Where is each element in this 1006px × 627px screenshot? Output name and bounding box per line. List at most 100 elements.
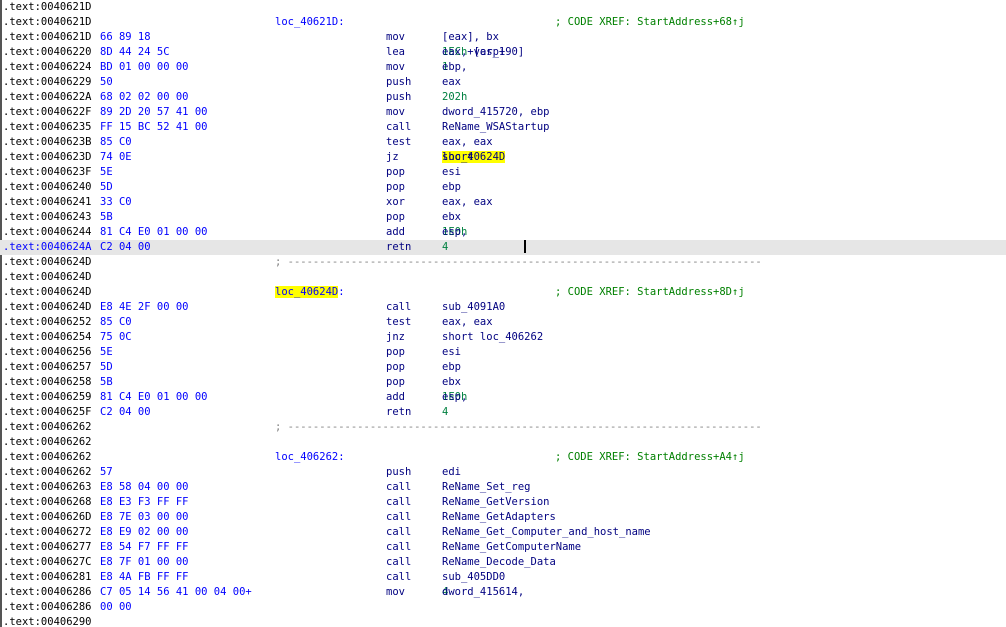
listing-line[interactable]: .text:0040624A C2 04 00 retn 4 (0, 240, 1006, 255)
instruction-mnemonic[interactable]: test (386, 315, 411, 330)
line-address[interactable]: .text:00406259 (3, 390, 92, 405)
instruction-operands[interactable]: dword_415614, 4 (442, 585, 524, 600)
instruction-mnemonic[interactable]: test (386, 135, 411, 150)
listing-line[interactable]: .text:0040626D E8 7E 03 00 00 call ReName_G… (0, 510, 1006, 525)
line-address[interactable]: .text:00406252 (3, 315, 92, 330)
listing-line[interactable]: .text:0040624D (0, 270, 1006, 285)
listing-line[interactable]: .text:00406259 81 C4 E0 01 00 00 add esp, 1… (0, 390, 1006, 405)
listing-line[interactable]: .text:00406262 57 push edi (0, 465, 1006, 480)
line-address[interactable]: .text:00406240 (3, 180, 92, 195)
code-label[interactable]: loc_406262: (275, 450, 345, 465)
line-address[interactable]: .text:0040624D (3, 255, 92, 270)
listing-line[interactable]: .text:00406257 5D pop ebp (0, 360, 1006, 375)
instruction-mnemonic[interactable]: retn (386, 405, 411, 420)
line-address[interactable]: .text:0040622A (3, 90, 92, 105)
listing-line[interactable]: .text:0040624D E8 4E 2F 00 00 call sub_4091… (0, 300, 1006, 315)
listing-line[interactable]: .text:00406286 C7 05 14 56 41 00 04 00+ mo… (0, 585, 1006, 600)
line-address[interactable]: .text:0040624D (3, 300, 92, 315)
listing-line[interactable]: .text:00406262 loc_406262: ; CODE XREF: St… (0, 450, 1006, 465)
line-address[interactable]: .text:0040625F (3, 405, 92, 420)
line-address[interactable]: .text:0040623B (3, 135, 92, 150)
listing-line[interactable]: .text:00406286 00 00 (0, 600, 1006, 615)
line-address[interactable]: .text:0040626D (3, 510, 92, 525)
line-address[interactable]: .text:0040624A (3, 240, 92, 255)
instruction-mnemonic[interactable]: call (386, 510, 411, 525)
xref-comment[interactable]: ; CODE XREF: StartAddress+8D↑j (555, 285, 745, 300)
code-label[interactable]: loc_40621D: (275, 15, 345, 30)
line-address[interactable]: .text:0040623D (3, 150, 92, 165)
instruction-mnemonic[interactable]: call (386, 555, 411, 570)
instruction-mnemonic[interactable]: call (386, 120, 411, 135)
code-label-highlighted[interactable]: loc_40624D (275, 286, 339, 298)
listing-line[interactable]: .text:0040625F C2 04 00 retn 4 (0, 405, 1006, 420)
instruction-mnemonic[interactable]: jz (386, 150, 399, 165)
xref-comment[interactable]: ; CODE XREF: StartAddress+68↑j (555, 15, 745, 30)
line-address[interactable]: .text:00406257 (3, 360, 92, 375)
listing-line[interactable]: .text:00406290 (0, 615, 1006, 627)
listing-line[interactable]: .text:00406272 E8 E9 02 00 00 call ReName_G… (0, 525, 1006, 540)
disassembly-listing[interactable]: .text:0040621D .text:0040621D loc_40621D:;… (0, 0, 1006, 627)
instruction-mnemonic[interactable]: call (386, 525, 411, 540)
listing-line[interactable]: .text:00406235 FF 15 BC 52 41 00 call ReNam… (0, 120, 1006, 135)
line-address[interactable]: .text:00406256 (3, 345, 92, 360)
line-address[interactable]: .text:0040624D (3, 285, 92, 300)
line-address[interactable]: .text:00406262 (3, 420, 92, 435)
listing-line[interactable]: .text:0040622A 68 02 02 00 00 push 202h (0, 90, 1006, 105)
listing-line[interactable]: .text:00406254 75 0C jnz short loc_406262 (0, 330, 1006, 345)
line-address[interactable]: .text:0040623F (3, 165, 92, 180)
line-address[interactable]: .text:00406262 (3, 450, 92, 465)
listing-line[interactable]: .text:0040621D loc_40621D: ; CODE XREF: St… (0, 15, 1006, 30)
instruction-mnemonic[interactable]: push (386, 90, 411, 105)
instruction-mnemonic[interactable]: call (386, 570, 411, 585)
instruction-mnemonic[interactable]: lea (386, 45, 405, 60)
instruction-mnemonic[interactable]: push (386, 75, 411, 90)
listing-line[interactable]: .text:0040623F 5E pop esi (0, 165, 1006, 180)
line-address[interactable]: .text:0040624D (3, 270, 92, 285)
listing-line[interactable]: .text:0040621D 66 89 18 mov [eax], bx (0, 30, 1006, 45)
line-address[interactable]: .text:0040627C (3, 555, 92, 570)
instruction-mnemonic[interactable]: add (386, 225, 405, 240)
instruction-operands[interactable]: 4 (442, 240, 448, 255)
listing-line[interactable]: .text:00406220 8D 44 24 5C lea eax, [esp+ 1E… (0, 45, 1006, 60)
instruction-mnemonic[interactable]: mov (386, 105, 405, 120)
instruction-mnemonic[interactable]: xor (386, 195, 405, 210)
line-address[interactable]: .text:00406281 (3, 570, 92, 585)
listing-line[interactable]: .text:00406262 ; ------------------------… (0, 420, 1006, 435)
listing-line[interactable]: .text:0040621D (0, 0, 1006, 15)
listing-line[interactable]: .text:00406243 5B pop ebx (0, 210, 1006, 225)
instruction-mnemonic[interactable]: mov (386, 30, 405, 45)
line-address[interactable]: .text:00406263 (3, 480, 92, 495)
line-address[interactable]: .text:00406229 (3, 75, 92, 90)
code-label[interactable]: loc_40624D: (275, 285, 345, 300)
instruction-operands[interactable]: short loc_40624D (442, 150, 506, 165)
instruction-mnemonic[interactable]: pop (386, 165, 405, 180)
instruction-mnemonic[interactable]: pop (386, 345, 405, 360)
listing-line[interactable]: .text:00406262 (0, 435, 1006, 450)
line-address[interactable]: .text:00406224 (3, 60, 92, 75)
listing-line[interactable]: .text:00406258 5B pop ebx (0, 375, 1006, 390)
line-address[interactable]: .text:0040621D (3, 15, 92, 30)
instruction-operands[interactable]: esp, 1E0h (442, 390, 467, 405)
instruction-operands[interactable]: eax, [esp+ 1ECh +var_190] (442, 45, 524, 60)
line-address[interactable]: .text:00406268 (3, 495, 92, 510)
instruction-mnemonic[interactable]: retn (386, 240, 411, 255)
listing-line[interactable]: .text:00406244 81 C4 E0 01 00 00 add esp, 1… (0, 225, 1006, 240)
listing-line[interactable]: .text:00406240 5D pop ebp (0, 180, 1006, 195)
line-address[interactable]: .text:0040622F (3, 105, 92, 120)
instruction-operands[interactable]: 4 (442, 405, 448, 420)
line-address[interactable]: .text:00406262 (3, 465, 92, 480)
instruction-mnemonic[interactable]: push (386, 465, 411, 480)
listing-line[interactable]: .text:00406241 33 C0 xor eax, eax (0, 195, 1006, 210)
instruction-mnemonic[interactable]: pop (386, 360, 405, 375)
instruction-mnemonic[interactable]: mov (386, 60, 405, 75)
instruction-mnemonic[interactable]: jnz (386, 330, 405, 345)
line-address[interactable]: .text:00406235 (3, 120, 92, 135)
instruction-mnemonic[interactable]: pop (386, 210, 405, 225)
instruction-mnemonic[interactable]: call (386, 300, 411, 315)
line-address[interactable]: .text:00406241 (3, 195, 92, 210)
line-address[interactable]: .text:00406244 (3, 225, 92, 240)
listing-line[interactable]: .text:0040623B 85 C0 test eax, eax (0, 135, 1006, 150)
listing-line[interactable]: .text:00406263 E8 58 04 00 00 call ReName_S… (0, 480, 1006, 495)
line-address[interactable]: .text:00406243 (3, 210, 92, 225)
instruction-operands[interactable]: ebp, 1 (442, 60, 467, 75)
